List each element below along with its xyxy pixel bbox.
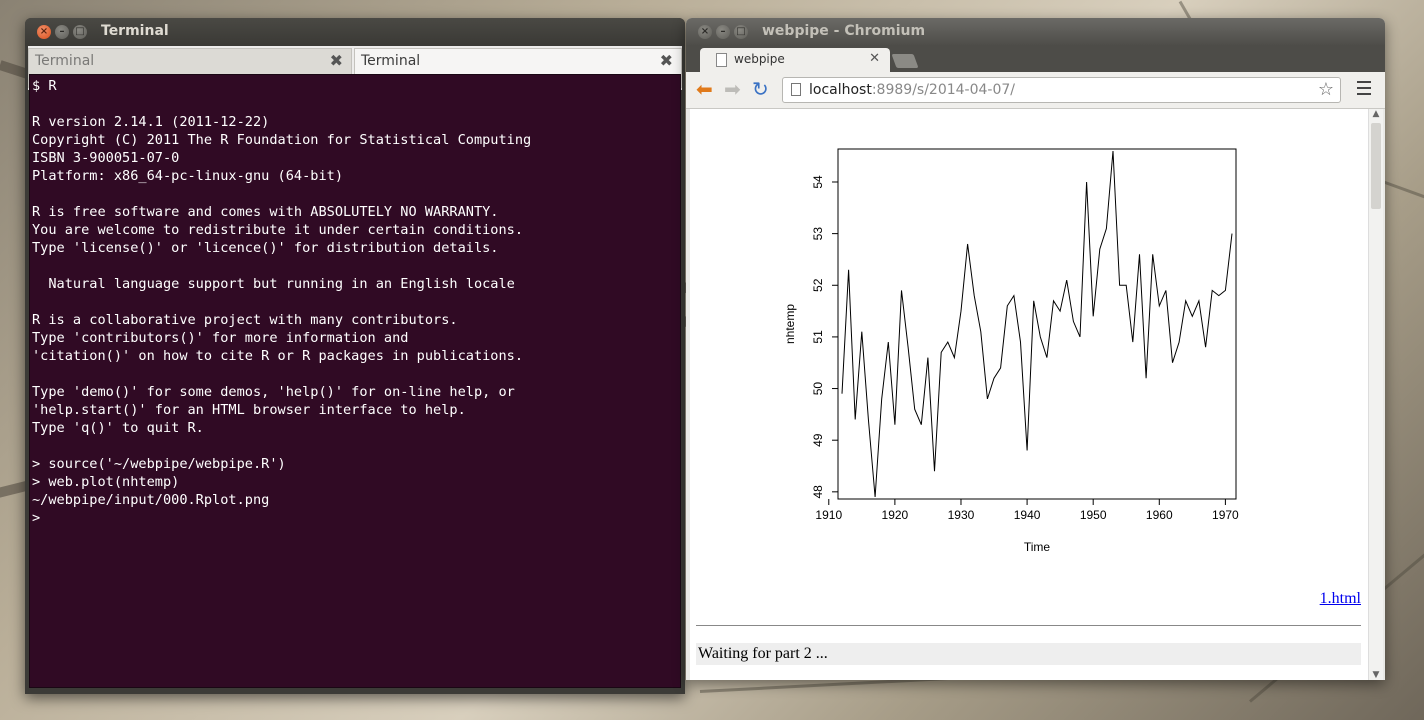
terminal-line: ISBN 3-900051-07-0	[32, 150, 180, 166]
close-tab-icon[interactable]: ✖	[330, 51, 343, 70]
terminal-line: 'citation()' on how to cite R or R packa…	[32, 348, 524, 364]
scroll-up-icon[interactable]: ▲	[1369, 109, 1383, 119]
series-line	[841, 150, 1233, 498]
y-tick-label: 54	[811, 175, 825, 189]
close-tab-icon[interactable]: ✕	[869, 51, 880, 66]
maximize-icon[interactable]: □	[73, 25, 87, 39]
back-icon[interactable]: ⬅	[696, 78, 713, 100]
divider	[696, 625, 1361, 626]
terminal-line: Type 'license()' or 'licence()' for dist…	[32, 240, 499, 256]
terminal-text: $ R R version 2.14.1 (2011-12-22) Copyri…	[30, 75, 680, 529]
page-info-icon	[791, 83, 801, 96]
terminal-line: You are welcome to redistribute it under…	[32, 222, 524, 238]
y-tick-label: 53	[811, 227, 825, 241]
terminal-titlebar[interactable]: × – □ Terminal	[25, 18, 685, 46]
close-tab-icon[interactable]: ✖	[660, 51, 673, 70]
x-tick-label: 1910	[815, 508, 842, 522]
x-axis-label: Time	[1024, 540, 1051, 554]
terminal-line: R version 2.14.1 (2011-12-22)	[32, 114, 270, 130]
window-title: webpipe - Chromium	[762, 23, 926, 39]
close-icon[interactable]: ×	[37, 25, 51, 39]
nhtemp-plot: 1910 1920 1930 1940 1950 1960 1970 48 49 50 51 52 53…	[783, 129, 1266, 569]
address-bar[interactable]: localhost:8989/s/2014-04-07/ ☆	[782, 77, 1341, 103]
terminal-line: ~/webpipe/input/000.Rplot.png	[32, 492, 270, 508]
y-tick-label: 52	[811, 278, 825, 292]
vertical-scrollbar[interactable]: ▲ ▼	[1368, 109, 1383, 680]
x-tick-label: 1940	[1014, 508, 1041, 522]
plot-frame	[837, 148, 1237, 500]
terminal-line: Type 'demo()' for some demos, 'help()' f…	[32, 384, 515, 400]
y-tick-label: 49	[811, 433, 825, 447]
browser-toolbar: ⬅ ➡ ↻ localhost:8989/s/2014-04-07/ ☆	[686, 72, 1385, 109]
terminal-line: >	[32, 510, 41, 526]
terminal-output[interactable]: $ R R version 2.14.1 (2011-12-22) Copyri…	[29, 74, 681, 688]
page-viewport: 1910 1920 1930 1940 1950 1960 1970 48 49 50 51 52 53…	[690, 109, 1369, 680]
tab-label: Terminal	[361, 53, 421, 69]
scroll-down-icon[interactable]: ▼	[1369, 670, 1383, 680]
browser-tab-label: webpipe	[734, 52, 785, 66]
browser-tab-strip: webpipe ✕	[686, 46, 1385, 72]
y-tick-label: 48	[811, 485, 825, 499]
x-tick-label: 1950	[1080, 508, 1107, 522]
x-tick-label: 1920	[882, 508, 909, 522]
window-title: Terminal	[101, 23, 169, 39]
terminal-line: Platform: x86_64-pc-linux-gnu (64-bit)	[32, 168, 343, 184]
scroll-thumb[interactable]	[1371, 123, 1381, 209]
minimize-icon[interactable]: –	[716, 25, 730, 39]
browser-window: × – □ webpipe - Chromium webpipe ✕ ⬅ ➡ ↻…	[686, 18, 1385, 680]
y-tick-label: 50	[811, 382, 825, 396]
terminal-line: Type 'contributors()' for more informati…	[32, 330, 409, 346]
chart-svg: 1910 1920 1930 1940 1950 1960 1970 48 49 50 51 52 53…	[783, 148, 1239, 554]
terminal-line: R is free software and comes with ABSOLU…	[32, 204, 499, 220]
terminal-line: Copyright (C) 2011 The R Foundation for …	[32, 132, 532, 148]
page-icon	[716, 53, 727, 67]
reload-icon[interactable]: ↻	[752, 78, 769, 100]
y-tick-label: 51	[811, 330, 825, 344]
terminal-line: Natural language support but running in …	[32, 276, 515, 292]
terminal-line: 'help.start()' for an HTML browser inter…	[32, 402, 466, 418]
menu-icon[interactable]	[1357, 81, 1371, 99]
close-icon[interactable]: ×	[698, 25, 712, 39]
y-axis-label: nhtemp	[786, 304, 797, 344]
bookmark-star-icon[interactable]: ☆	[1318, 79, 1334, 100]
new-tab-button[interactable]	[891, 54, 919, 68]
terminal-line: > web.plot(nhtemp)	[32, 474, 180, 490]
tab-label: Terminal	[35, 53, 95, 69]
maximize-icon[interactable]: □	[734, 25, 748, 39]
browser-tab[interactable]: webpipe ✕	[700, 48, 890, 72]
terminal-line: $ R	[32, 78, 57, 94]
part-link[interactable]: 1.html	[1320, 590, 1361, 608]
terminal-window: × – □ Terminal Terminal ✖ Terminal ✖ $ R…	[25, 18, 685, 694]
status-message: Waiting for part 2 ...	[696, 643, 1361, 665]
x-tick-label: 1960	[1146, 508, 1173, 522]
url-path: :8989/s/2014-04-07/	[871, 82, 1015, 98]
x-tick-label: 1930	[948, 508, 975, 522]
terminal-line: Type 'q()' to quit R.	[32, 420, 204, 436]
url-host: localhost	[809, 82, 872, 98]
forward-icon[interactable]: ➡	[724, 78, 741, 100]
terminal-line: R is a collaborative project with many c…	[32, 312, 458, 328]
terminal-line: > source('~/webpipe/webpipe.R')	[32, 456, 286, 472]
browser-titlebar[interactable]: × – □ webpipe - Chromium	[686, 18, 1385, 46]
x-tick-label: 1970	[1212, 508, 1239, 522]
minimize-icon[interactable]: –	[55, 25, 69, 39]
